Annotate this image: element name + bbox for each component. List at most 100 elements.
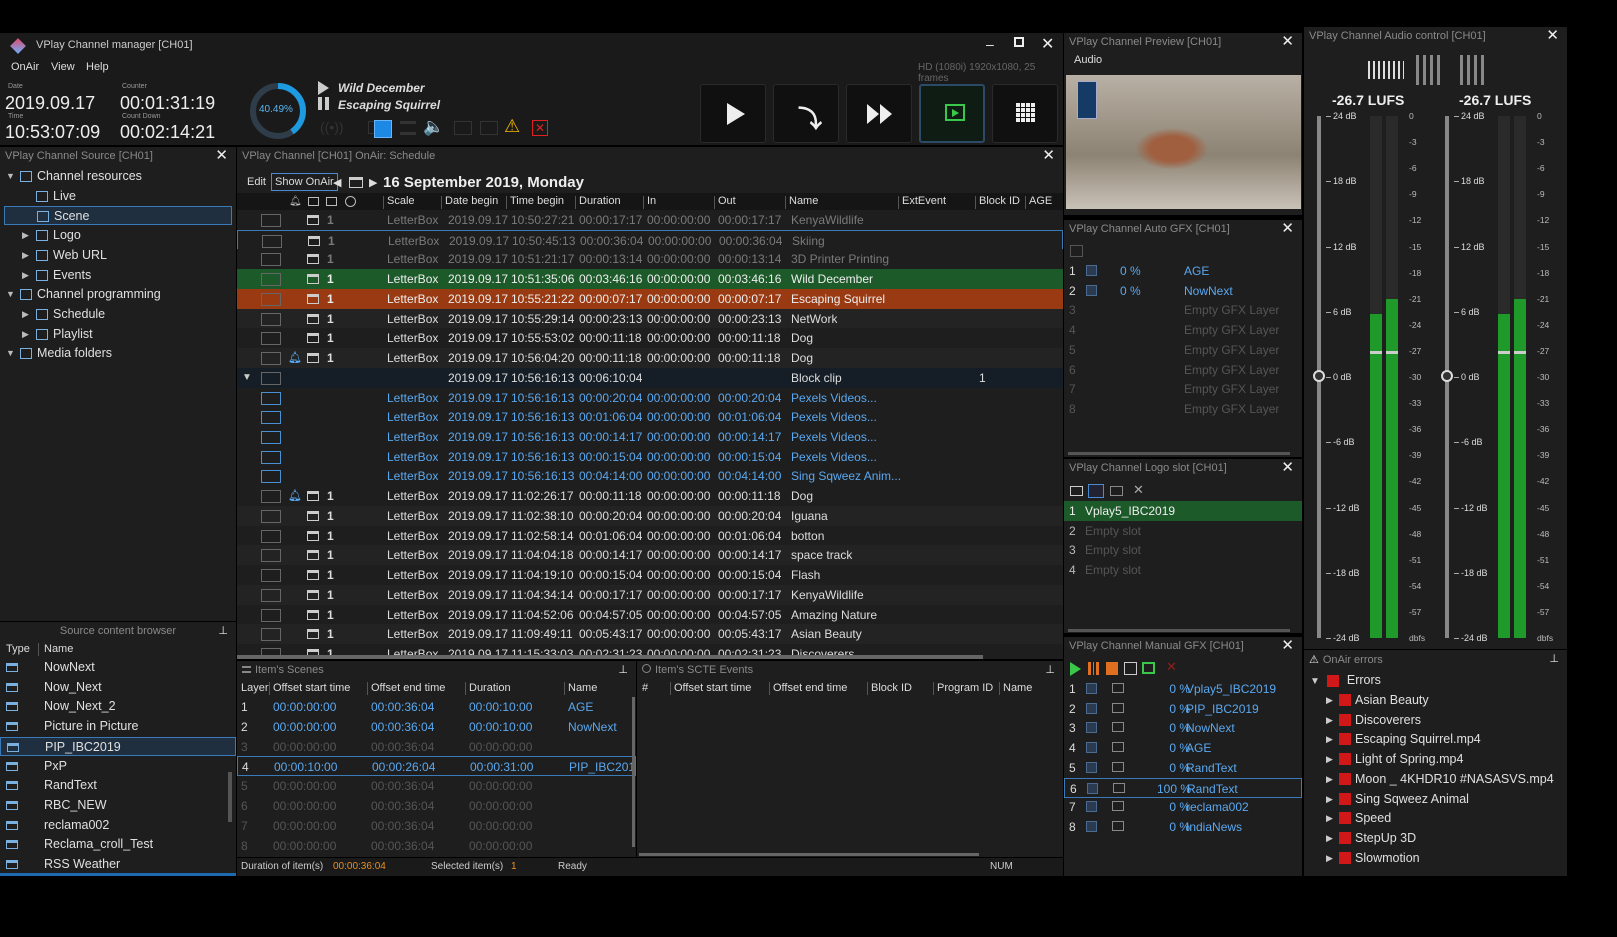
manualgfx-row[interactable]: 2 0 % PIP_IBC2019: [1064, 699, 1302, 719]
manualgfx-swap-icon[interactable]: [1112, 801, 1124, 812]
schedule-row[interactable]: 1 LetterBox 2019.09.17 11:02:38:10 00:00:20:…: [237, 505, 1063, 526]
scene-row[interactable]: 6 00:00:00:00 00:00:36:04 00:00:00:00: [237, 796, 636, 816]
browser-col-type[interactable]: Type: [6, 640, 30, 660]
manualgfx-row[interactable]: 6 100 % RandText: [1064, 777, 1302, 798]
play-button[interactable]: [700, 84, 766, 143]
autogfx-checkbox[interactable]: [1086, 265, 1097, 276]
schedule-row[interactable]: 1 LetterBox 2019.09.17 10:55:53:02 00:00:11:…: [237, 328, 1063, 349]
scene-row[interactable]: 1 00:00:00:00 00:00:36:04 00:00:10:00 AGE: [237, 697, 636, 717]
warning-icon[interactable]: ⚠: [504, 116, 520, 137]
source-tree-item[interactable]: ▶ Schedule: [0, 305, 236, 324]
onair-toggle-button[interactable]: [919, 84, 985, 143]
mixer-icon-1[interactable]: [1416, 55, 1444, 85]
source-close-button[interactable]: ✕: [215, 148, 228, 164]
scene-row[interactable]: 8 00:00:00:00 00:00:36:04 00:00:00:00: [237, 836, 636, 856]
error-expand-icon[interactable]: ▶: [1326, 749, 1333, 769]
skip-next-button[interactable]: ⤵: [773, 84, 839, 143]
errors-pin-icon[interactable]: ⊥: [1549, 651, 1559, 667]
source-tree-item[interactable]: ▼ Channel resources: [0, 167, 236, 186]
schedule-row[interactable]: 1 LetterBox 2019.09.17 10:51:35:06 00:03:46:…: [237, 269, 1063, 290]
logo-slot-row[interactable]: 1 Vplay5_IBC2019: [1064, 501, 1302, 521]
tree-expand-icon[interactable]: ▼: [6, 285, 15, 304]
scene-row[interactable]: 5 00:00:00:00 00:00:36:04 00:00:00:00: [237, 776, 636, 796]
schedule-row[interactable]: 1 LetterBox 2019.09.17 11:04:19:10 00:00:15:…: [237, 565, 1063, 586]
gfx-frame-icon[interactable]: [1124, 662, 1137, 675]
logo-slot-icon[interactable]: [480, 121, 498, 135]
source-tree-item[interactable]: ▶ Events: [0, 266, 236, 285]
logo-slot-row[interactable]: 2 Empty slot: [1064, 521, 1302, 541]
schedule-row[interactable]: 1 LetterBox 2019.09.17 10:50:45:13 00:00:36:…: [237, 229, 1063, 250]
preview-close-button[interactable]: ✕: [1281, 34, 1294, 50]
logo-monitor-icon[interactable]: [1070, 486, 1083, 496]
schedule-row[interactable]: 1 LetterBox 2019.09.17 10:55:29:14 00:00:23:…: [237, 308, 1063, 329]
manualgfx-swap-icon[interactable]: [1113, 782, 1125, 793]
browser-item[interactable]: reclama002: [0, 816, 236, 835]
error-icon[interactable]: ✕: [532, 120, 548, 136]
autogfx-row[interactable]: 4 Empty GFX Layer: [1064, 320, 1302, 340]
autogfx-scroll[interactable]: [1068, 452, 1290, 455]
schedule-row[interactable]: LetterBox 2019.09.17 10:56:16:13 00:04:14:0…: [237, 466, 1063, 487]
manualgfx-swap-icon[interactable]: [1112, 761, 1124, 772]
scene-row[interactable]: 4 00:00:10:00 00:00:26:04 00:00:31:00 PIP_IB…: [237, 756, 636, 777]
manualgfx-row[interactable]: 4 0 % AGE: [1064, 738, 1302, 758]
manualgfx-checkbox[interactable]: [1086, 761, 1097, 773]
minimize-button[interactable]: –: [986, 36, 994, 52]
schedule-row[interactable]: 1 LetterBox 2019.09.17 10:51:21:17 00:00:13:…: [237, 249, 1063, 270]
error-expand-icon[interactable]: ▶: [1326, 769, 1333, 789]
fast-forward-button[interactable]: [846, 84, 912, 143]
menu-view[interactable]: View: [51, 61, 75, 73]
scte-col-2[interactable]: Offset end time: [773, 679, 847, 699]
schedule-row[interactable]: LetterBox 2019.09.17 10:56:16:13 00:00:15:0…: [237, 446, 1063, 467]
logo-off-icon[interactable]: [1110, 486, 1123, 496]
scte-pin-icon[interactable]: ⊥: [1045, 662, 1055, 678]
audio-close-button[interactable]: ✕: [1546, 28, 1559, 44]
waveform-icon[interactable]: [1368, 55, 1404, 85]
schedule-row[interactable]: ▼ 2019.09.17 10:56:16:13 00:06:10:04 Block c…: [237, 367, 1063, 388]
gfx-stack-icon[interactable]: [1106, 662, 1118, 675]
browser-item[interactable]: Reclama_croll_Test: [0, 835, 236, 854]
manualgfx-swap-icon[interactable]: [1112, 820, 1124, 831]
error-item[interactable]: ▶ Discoverers: [1304, 710, 1567, 730]
manualgfx-swap-icon[interactable]: [1112, 683, 1124, 693]
tree-expand-icon[interactable]: ▶: [22, 266, 29, 285]
manualgfx-swap-icon[interactable]: [1112, 722, 1124, 733]
source-tree-item[interactable]: ▼ Channel programming: [0, 285, 236, 304]
error-expand-icon[interactable]: ▶: [1326, 710, 1333, 730]
logo-remove-icon[interactable]: ✕: [1133, 482, 1144, 498]
block-collapse-icon[interactable]: ▼: [242, 368, 252, 388]
source-tree-item[interactable]: ▼ Media folders: [0, 344, 236, 363]
scte-hscroll[interactable]: [639, 853, 979, 856]
browser-item[interactable]: Picture in Picture: [0, 717, 236, 736]
manualgfx-checkbox[interactable]: [1086, 702, 1097, 714]
schedule-close-button[interactable]: ✕: [1042, 148, 1055, 164]
error-item[interactable]: ▶ Slowmotion: [1304, 848, 1567, 868]
error-item[interactable]: ▶ Light of Spring.mp4: [1304, 749, 1567, 769]
browser-item[interactable]: RandText: [0, 776, 236, 795]
schedule-row[interactable]: 🔔︎ 🔔︎ 1 LetterBox 2019.09.17 11:02:26:17 00:00…: [237, 486, 1063, 507]
manualgfx-checkbox[interactable]: [1087, 782, 1098, 794]
browser-col-name[interactable]: Name: [44, 640, 73, 660]
error-expand-icon[interactable]: ▶: [1326, 729, 1333, 749]
error-expand-icon[interactable]: ▶: [1326, 828, 1333, 848]
manualgfx-checkbox[interactable]: [1086, 801, 1097, 813]
schedule-row[interactable]: 🔔︎ 🔔︎ 1 LetterBox 2019.09.17 10:56:04:20 00:00…: [237, 348, 1063, 369]
autogfx-close-button[interactable]: ✕: [1281, 221, 1294, 237]
error-expand-icon[interactable]: ▶: [1326, 808, 1333, 828]
source-tree-item[interactable]: Live: [0, 187, 236, 206]
error-item[interactable]: ▶ Escaping Squirrel.mp4: [1304, 729, 1567, 749]
next-day-button[interactable]: ▶: [369, 176, 377, 189]
close-button[interactable]: ✕: [1041, 34, 1054, 54]
error-item[interactable]: ▶ StepUp 3D: [1304, 828, 1567, 848]
tree-expand-icon[interactable]: ▶: [22, 246, 29, 265]
error-item[interactable]: ▶ Speed: [1304, 808, 1567, 828]
manualgfx-checkbox[interactable]: [1086, 722, 1097, 734]
schedule-row[interactable]: LetterBox 2019.09.17 10:56:16:13 00:01:06:0…: [237, 407, 1063, 428]
tree-expand-icon[interactable]: ▼: [6, 167, 15, 186]
schedule-row[interactable]: 1 LetterBox 2019.09.17 11:04:52:06 00:04:57:…: [237, 604, 1063, 625]
scenes-col-1[interactable]: Offset start time: [273, 679, 350, 699]
scte-col-5[interactable]: Name: [1003, 679, 1032, 699]
live-icon[interactable]: ((•)): [320, 119, 344, 135]
error-expand-icon[interactable]: ▶: [1326, 848, 1333, 868]
manualgfx-row[interactable]: 8 0 % IndiaNews: [1064, 817, 1302, 837]
source-tree-item[interactable]: ▶ Playlist: [0, 325, 236, 344]
